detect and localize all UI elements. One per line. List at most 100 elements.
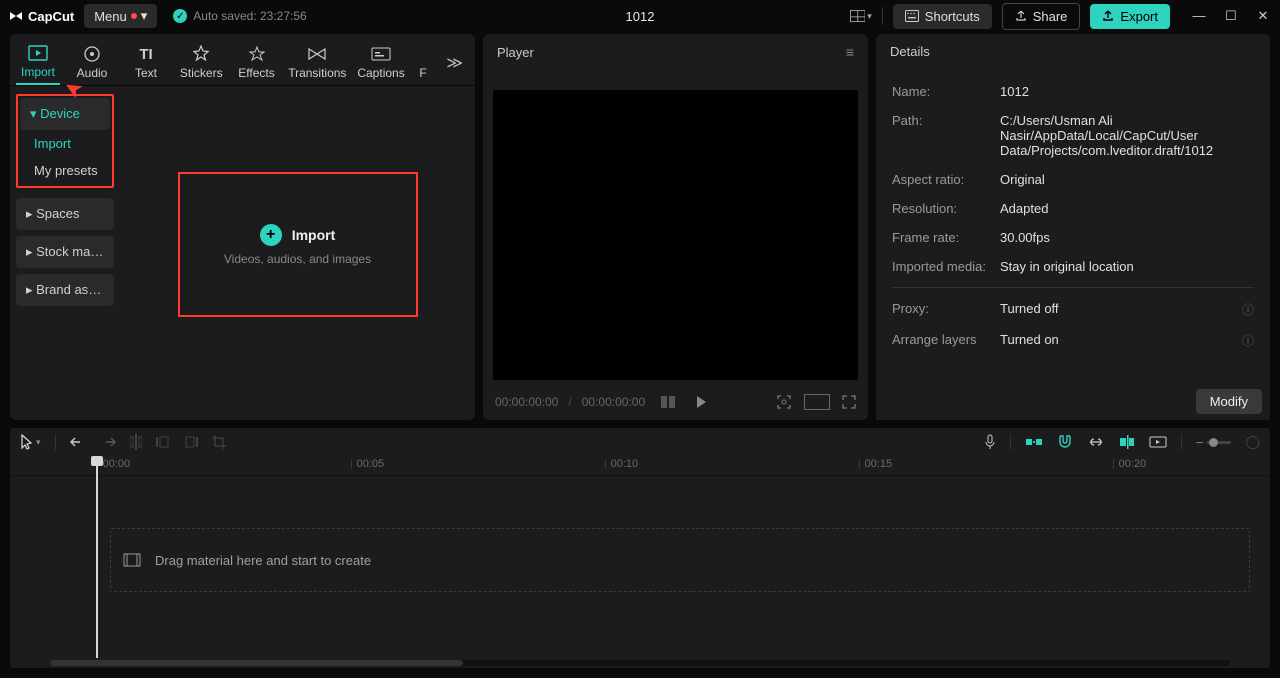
tab-label: Captions bbox=[357, 66, 404, 80]
export-icon bbox=[1102, 10, 1114, 22]
zoom-out-icon[interactable]: − bbox=[1196, 435, 1204, 450]
player-controls: 00:00:00:00 / 00:00:00:00 bbox=[493, 392, 858, 414]
tab-stickers[interactable]: Stickers bbox=[178, 41, 225, 84]
pointer-tool-icon[interactable]: ▾ bbox=[20, 434, 41, 450]
detail-key-path: Path: bbox=[892, 113, 1000, 158]
play-icon[interactable] bbox=[695, 395, 707, 409]
window-maximize-icon[interactable]: ☐ bbox=[1222, 8, 1240, 24]
crop-icon[interactable] bbox=[212, 435, 226, 449]
detail-value-name: 1012 bbox=[1000, 84, 1254, 99]
tab-text[interactable]: TI Text bbox=[124, 41, 168, 84]
filter-icon bbox=[413, 45, 433, 63]
align-icon[interactable] bbox=[1119, 435, 1135, 449]
ruler-tick: 00:15 bbox=[858, 458, 892, 470]
snap-icon[interactable] bbox=[1025, 436, 1043, 448]
compare-icon[interactable] bbox=[661, 396, 675, 408]
timeline-scrollbar[interactable] bbox=[50, 660, 1230, 666]
import-dropzone[interactable]: + Import Videos, audios, and images bbox=[178, 172, 418, 317]
detail-key-proxy: Proxy: bbox=[892, 301, 1000, 318]
detail-value-aspect: Original bbox=[1000, 172, 1254, 187]
tab-transitions[interactable]: Transitions bbox=[289, 41, 347, 84]
detail-key-imported: Imported media: bbox=[892, 259, 1000, 274]
media-tabs: Import Audio TI Text Stickers Effects bbox=[10, 34, 475, 86]
timeline-toolbar: ▾ − ◯ bbox=[10, 428, 1270, 456]
tab-more-partial[interactable]: F bbox=[416, 41, 430, 84]
undo-icon[interactable] bbox=[70, 435, 86, 449]
detail-value-layers: Turned on bbox=[1000, 332, 1242, 349]
link-icon[interactable] bbox=[1087, 437, 1105, 447]
modify-button[interactable]: Modify bbox=[1196, 389, 1262, 414]
sidebar-item-device[interactable]: ▾ Device bbox=[20, 98, 110, 130]
timeline-dropzone[interactable]: Drag material here and start to create bbox=[110, 528, 1250, 592]
magnet-icon[interactable] bbox=[1057, 435, 1073, 449]
export-button[interactable]: Export bbox=[1090, 4, 1170, 29]
sidebar-item-stock[interactable]: ▸ Stock mate... bbox=[16, 236, 114, 268]
trim-left-icon[interactable] bbox=[156, 435, 170, 449]
detail-key-layers: Arrange layers bbox=[892, 332, 1000, 349]
transitions-icon bbox=[307, 45, 327, 63]
sidebar-label: Brand assets bbox=[36, 282, 112, 297]
player-viewport[interactable] bbox=[493, 90, 858, 380]
details-panel: Details Name:1012 Path:C:/Users/Usman Al… bbox=[876, 34, 1270, 420]
timeline[interactable]: 00:00 00:05 00:10 00:15 00:20 Drag mater… bbox=[10, 456, 1270, 668]
scrollbar-thumb[interactable] bbox=[50, 660, 463, 666]
detail-key-fps: Frame rate: bbox=[892, 230, 1000, 245]
playhead[interactable] bbox=[96, 456, 98, 658]
tab-label: Text bbox=[135, 66, 157, 80]
redo-icon[interactable] bbox=[100, 435, 116, 449]
aspect-ratio-icon[interactable] bbox=[804, 394, 830, 410]
sidebar-sub-presets[interactable]: My presets bbox=[20, 157, 110, 184]
detail-key-resolution: Resolution: bbox=[892, 201, 1000, 216]
tab-effects[interactable]: Effects bbox=[235, 41, 279, 84]
preview-icon[interactable] bbox=[1149, 436, 1167, 448]
media-sidebar: ▾ Device Import My presets ▸ Spaces ▸ St… bbox=[10, 86, 120, 420]
tab-label: Stickers bbox=[180, 66, 223, 80]
detail-value-resolution: Adapted bbox=[1000, 201, 1254, 216]
sidebar-sub-import[interactable]: Import bbox=[20, 130, 110, 157]
menu-button[interactable]: Menu ▾ bbox=[84, 4, 157, 28]
timeline-settings-icon[interactable]: ◯ bbox=[1245, 434, 1260, 450]
shortcuts-button[interactable]: Shortcuts bbox=[893, 4, 992, 29]
tab-label: F bbox=[419, 66, 426, 80]
notification-dot-icon bbox=[131, 13, 137, 19]
tabs-overflow-icon[interactable]: ≫ bbox=[440, 47, 469, 79]
layout-icon[interactable]: ▾ bbox=[850, 5, 872, 27]
import-icon bbox=[28, 44, 48, 62]
detail-value-path: C:/Users/Usman Ali Nasir/AppData/Local/C… bbox=[1000, 113, 1254, 158]
player-title: Player bbox=[497, 45, 534, 60]
trim-right-icon[interactable] bbox=[184, 435, 198, 449]
time-current: 00:00:00:00 bbox=[495, 395, 558, 409]
split-icon[interactable] bbox=[130, 434, 142, 450]
zoom-slider[interactable]: − bbox=[1196, 435, 1232, 450]
tab-captions[interactable]: Captions bbox=[356, 41, 406, 84]
detail-value-imported: Stay in original location bbox=[1000, 259, 1254, 274]
share-button[interactable]: Share bbox=[1002, 3, 1081, 30]
detail-value-fps: 30.00fps bbox=[1000, 230, 1254, 245]
tab-import[interactable]: Import bbox=[16, 40, 60, 85]
player-menu-icon[interactable]: ≡ bbox=[846, 44, 854, 60]
tab-label: Audio bbox=[77, 66, 108, 80]
audio-icon bbox=[82, 45, 102, 63]
timeline-ruler[interactable]: 00:00 00:05 00:10 00:15 00:20 bbox=[10, 456, 1270, 476]
mic-icon[interactable] bbox=[984, 434, 996, 450]
ruler-tick: 00:10 bbox=[604, 458, 638, 470]
scan-icon[interactable] bbox=[776, 394, 792, 410]
sidebar-item-spaces[interactable]: ▸ Spaces bbox=[16, 198, 114, 230]
info-icon[interactable]: ⓘ bbox=[1242, 332, 1254, 349]
info-icon[interactable]: ⓘ bbox=[1242, 301, 1254, 318]
tab-label: Effects bbox=[238, 66, 274, 80]
sidebar-item-brand[interactable]: ▸ Brand assets bbox=[16, 274, 114, 306]
tab-label: Import bbox=[21, 65, 55, 79]
export-label: Export bbox=[1120, 9, 1158, 24]
fullscreen-icon[interactable] bbox=[842, 395, 856, 409]
sidebar-label: Spaces bbox=[36, 206, 79, 221]
chevron-down-icon: ▾ bbox=[867, 11, 872, 22]
tab-audio[interactable]: Audio bbox=[70, 41, 114, 84]
text-icon: TI bbox=[136, 45, 156, 63]
app-name: CapCut bbox=[28, 9, 74, 24]
window-close-icon[interactable]: ✕ bbox=[1254, 8, 1272, 24]
ruler-tick: 00:20 bbox=[1112, 458, 1146, 470]
sidebar-label: Device bbox=[40, 106, 80, 121]
window-minimize-icon[interactable]: — bbox=[1190, 8, 1208, 24]
import-label: Import bbox=[292, 227, 336, 243]
